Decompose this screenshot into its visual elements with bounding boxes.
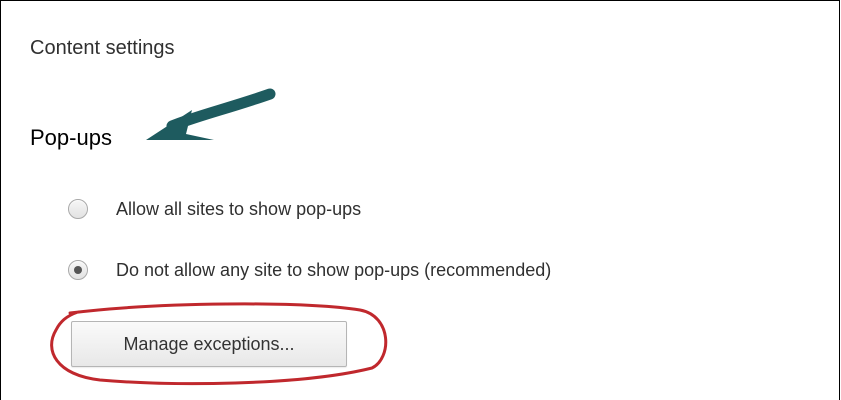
radio-allow-popups[interactable]: Allow all sites to show pop-ups bbox=[68, 197, 361, 221]
radio-allow-popups-label[interactable]: Allow all sites to show pop-ups bbox=[116, 197, 361, 221]
content-settings-panel: Content settings Pop-ups Allow all sites… bbox=[0, 0, 840, 400]
radio-block-popups-label[interactable]: Do not allow any site to show pop-ups (r… bbox=[116, 258, 551, 282]
popups-section-title: Pop-ups bbox=[30, 125, 112, 150]
radio-selected-dot bbox=[74, 266, 82, 274]
manage-exceptions-button[interactable]: Manage exceptions... bbox=[71, 321, 347, 367]
radio-button-unchecked[interactable] bbox=[68, 199, 88, 219]
page-title: Content settings bbox=[30, 37, 175, 59]
radio-block-popups[interactable]: Do not allow any site to show pop-ups (r… bbox=[68, 258, 551, 282]
radio-button-checked[interactable] bbox=[68, 260, 88, 280]
